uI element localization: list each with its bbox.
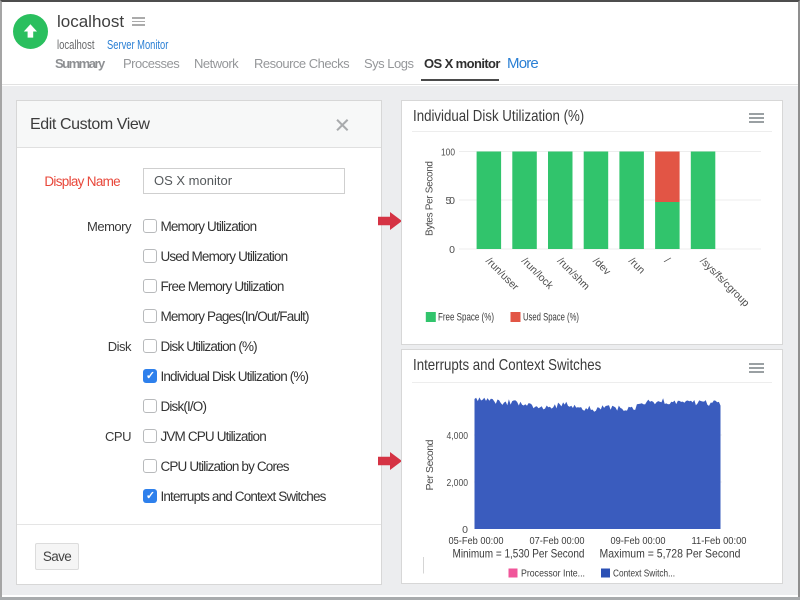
svg-text:Bytes Per Second: Bytes Per Second [425, 161, 436, 236]
svg-text:09-Feb 00:00: 09-Feb 00:00 [611, 535, 666, 547]
svg-text:/run/shm: /run/shm [555, 255, 593, 293]
svg-text:07-Feb 00:00: 07-Feb 00:00 [530, 535, 585, 547]
svg-text:/: / [662, 255, 673, 266]
svg-text:/run/user: /run/user [483, 255, 521, 293]
svg-text:4,000: 4,000 [447, 430, 469, 442]
svg-text:Used Space (%): Used Space (%) [523, 312, 579, 324]
svg-text:Processor Inte...: Processor Inte... [521, 568, 585, 580]
svg-text:/dev: /dev [590, 255, 613, 278]
svg-text:11-Feb 00:00: 11-Feb 00:00 [692, 535, 747, 547]
svg-text:Maximum = 5,728 Per Second: Maximum = 5,728 Per Second [600, 547, 741, 561]
svg-text:50: 50 [446, 195, 456, 207]
svg-text:Per Second: Per Second [424, 439, 436, 490]
svg-text:Context Switch...: Context Switch... [613, 568, 675, 580]
svg-text:2,000: 2,000 [447, 477, 469, 489]
svg-text:05-Feb 00:00: 05-Feb 00:00 [449, 535, 504, 547]
svg-text:Free Space (%): Free Space (%) [438, 312, 494, 324]
svg-text:100: 100 [441, 147, 455, 159]
svg-text:0: 0 [449, 244, 455, 256]
svg-text:/sys/fs/cgroup: /sys/fs/cgroup [697, 255, 751, 309]
svg-text:/run/lock: /run/lock [519, 255, 556, 292]
svg-text:/run: /run [626, 255, 647, 276]
svg-text:Minimum = 1,530 Per Second: Minimum = 1,530 Per Second [453, 547, 585, 561]
